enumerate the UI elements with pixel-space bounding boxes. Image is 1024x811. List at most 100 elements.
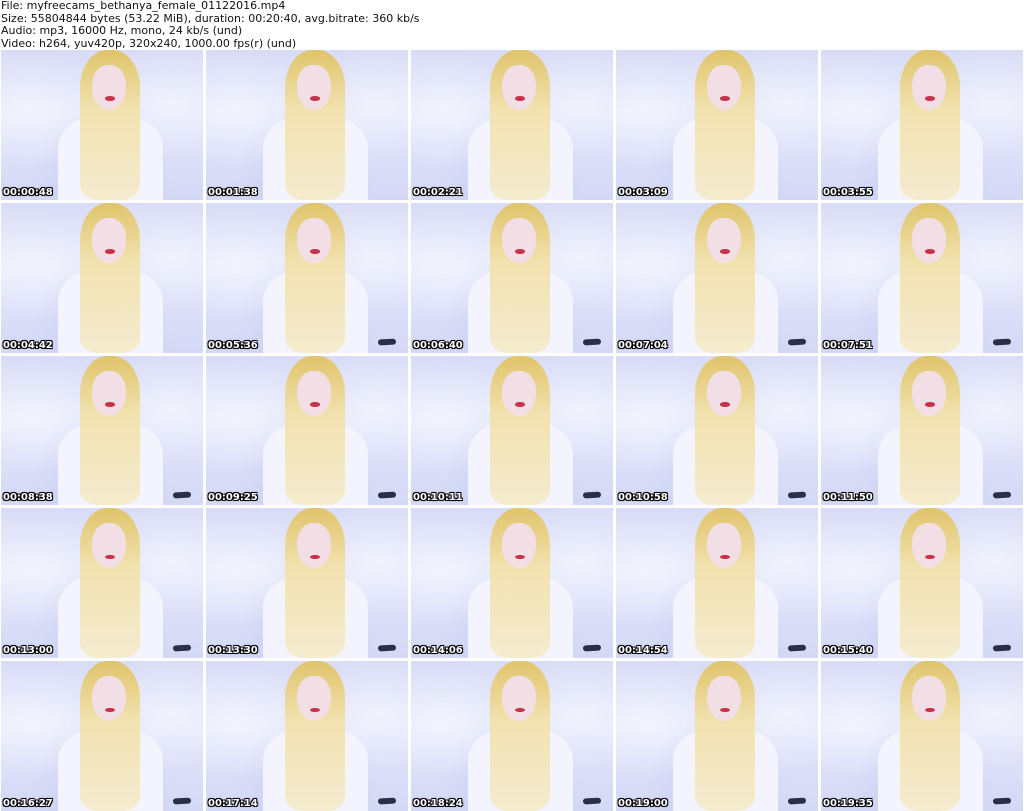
remote-control bbox=[787, 491, 807, 499]
frame-timestamp: 00:06:40 bbox=[413, 339, 463, 351]
video-frame-thumbnail: 00:10:11 bbox=[411, 355, 613, 506]
frame-timestamp: 00:11:50 bbox=[823, 492, 873, 504]
person-face bbox=[296, 370, 332, 416]
person-lips bbox=[515, 249, 526, 254]
frame-timestamp: 00:16:27 bbox=[3, 798, 53, 809]
remote-control bbox=[582, 644, 602, 652]
video-info-line: Video: h264, yuv420p, 320x240, 1000.00 f… bbox=[1, 36, 297, 50]
remote-control bbox=[377, 338, 397, 346]
person-lips bbox=[105, 96, 116, 101]
video-frame-thumbnail: 00:10:58 bbox=[616, 355, 818, 506]
person-face bbox=[91, 217, 127, 263]
video-frame-thumbnail: 00:19:35 bbox=[821, 661, 1023, 811]
remote-control bbox=[377, 797, 397, 804]
file-info-header: File: myfreecams_bethanya_female_0112201… bbox=[0, 0, 1024, 50]
person-lips bbox=[105, 402, 116, 407]
video-frame-thumbnail: 00:08:38 bbox=[1, 355, 203, 506]
person-face bbox=[296, 676, 332, 722]
person-lips bbox=[515, 707, 526, 713]
frame-timestamp: 00:03:55 bbox=[823, 186, 873, 198]
remote-control bbox=[172, 491, 192, 499]
video-frame-thumbnail: 00:19:00 bbox=[616, 661, 818, 811]
video-frame-thumbnail: 00:09:25 bbox=[206, 355, 408, 506]
frame-timestamp: 00:07:04 bbox=[618, 339, 668, 351]
person-face bbox=[911, 64, 947, 110]
frame-timestamp: 00:17:14 bbox=[208, 798, 258, 809]
video-frame-thumbnail: 00:02:21 bbox=[411, 50, 613, 200]
remote-control bbox=[992, 338, 1012, 346]
person-face bbox=[911, 370, 947, 416]
frame-timestamp: 00:05:36 bbox=[208, 339, 258, 351]
video-frame-thumbnail: 00:07:51 bbox=[821, 202, 1023, 353]
person-lips bbox=[105, 249, 116, 254]
remote-control bbox=[377, 491, 397, 499]
frame-timestamp: 00:19:00 bbox=[618, 798, 668, 809]
person-lips bbox=[310, 96, 321, 101]
frame-timestamp: 00:09:25 bbox=[208, 492, 258, 504]
remote-control bbox=[787, 644, 807, 652]
video-frame-thumbnail: 00:13:30 bbox=[206, 508, 408, 659]
remote-control bbox=[787, 797, 807, 804]
video-frame-thumbnail: 00:05:36 bbox=[206, 202, 408, 353]
frame-timestamp: 00:14:06 bbox=[413, 645, 463, 657]
remote-control bbox=[992, 491, 1012, 499]
person-lips bbox=[925, 707, 936, 713]
video-frame-thumbnail: 00:07:04 bbox=[616, 202, 818, 353]
person-face bbox=[501, 676, 537, 722]
video-frame-thumbnail: 00:13:00 bbox=[1, 508, 203, 659]
person-face bbox=[911, 676, 947, 722]
person-lips bbox=[925, 249, 936, 254]
person-lips bbox=[515, 96, 526, 101]
frame-timestamp: 00:13:00 bbox=[3, 645, 53, 657]
frame-timestamp: 00:15:40 bbox=[823, 645, 873, 657]
video-frame-thumbnail: 00:11:50 bbox=[821, 355, 1023, 506]
person-face bbox=[296, 217, 332, 263]
person-face bbox=[501, 64, 537, 110]
person-face bbox=[706, 370, 742, 416]
remote-control bbox=[377, 644, 397, 652]
frame-timestamp: 00:10:11 bbox=[413, 492, 463, 504]
person-lips bbox=[720, 96, 731, 101]
remote-control bbox=[992, 644, 1012, 652]
person-lips bbox=[105, 707, 116, 713]
person-face bbox=[91, 370, 127, 416]
remote-control bbox=[582, 797, 602, 804]
remote-control bbox=[582, 491, 602, 499]
video-frame-thumbnail: 00:03:09 bbox=[616, 50, 818, 200]
frame-timestamp: 00:19:35 bbox=[823, 798, 873, 809]
remote-control bbox=[992, 797, 1012, 804]
frame-timestamp: 00:01:38 bbox=[208, 186, 258, 198]
frame-timestamp: 00:03:09 bbox=[618, 186, 668, 198]
frame-timestamp: 00:10:58 bbox=[618, 492, 668, 504]
person-face bbox=[706, 217, 742, 263]
video-frame-thumbnail: 00:00:48 bbox=[1, 50, 203, 200]
remote-control bbox=[582, 338, 602, 346]
person-face bbox=[911, 217, 947, 263]
person-lips bbox=[720, 707, 731, 713]
frame-timestamp: 00:04:42 bbox=[3, 339, 53, 351]
thumbnail-grid: 00:00:48 00:01:38 00:02:21 00:03:09 00:03:55… bbox=[1, 50, 1023, 811]
frame-timestamp: 00:00:48 bbox=[3, 186, 53, 198]
person-lips bbox=[925, 402, 936, 407]
file-name-line: File: myfreecams_bethanya_female_0112201… bbox=[1, 0, 286, 12]
person-lips bbox=[310, 402, 321, 407]
remote-control bbox=[172, 797, 192, 804]
video-frame-thumbnail: 00:14:06 bbox=[411, 508, 613, 659]
video-frame-thumbnail: 00:14:54 bbox=[616, 508, 818, 659]
audio-info-line: Audio: mp3, 16000 Hz, mono, 24 kb/s (und… bbox=[1, 24, 243, 37]
remote-control bbox=[172, 644, 192, 652]
remote-control bbox=[787, 338, 807, 346]
person-lips bbox=[925, 96, 936, 101]
frame-timestamp: 00:02:21 bbox=[413, 186, 463, 198]
frame-timestamp: 00:07:51 bbox=[823, 339, 873, 351]
person-lips bbox=[310, 249, 321, 254]
video-frame-thumbnail: 00:06:40 bbox=[411, 202, 613, 353]
video-frame-thumbnail: 00:17:14 bbox=[206, 661, 408, 811]
person-face bbox=[91, 676, 127, 722]
frame-timestamp: 00:18:24 bbox=[413, 798, 463, 809]
frame-timestamp: 00:14:54 bbox=[618, 645, 668, 657]
person-face bbox=[706, 64, 742, 110]
frame-timestamp: 00:08:38 bbox=[3, 492, 53, 504]
video-frame-thumbnail: 00:16:27 bbox=[1, 661, 203, 811]
person-lips bbox=[310, 707, 321, 713]
